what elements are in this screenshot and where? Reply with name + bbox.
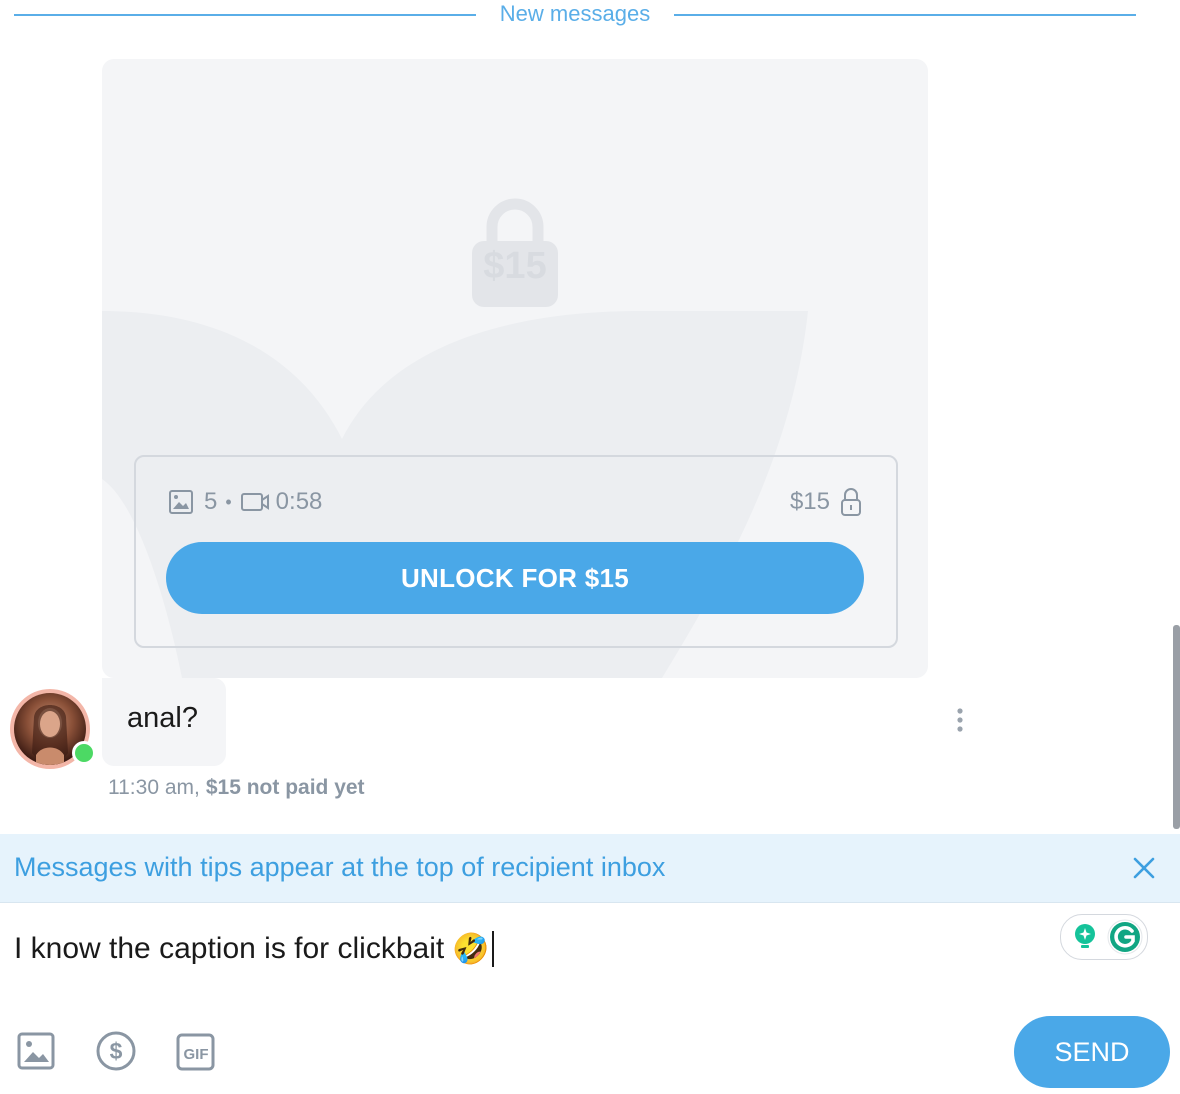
gif-icon[interactable]: GIF [175,1030,217,1072]
svg-text:GIF: GIF [184,1046,209,1063]
tip-banner-text: Messages with tips appear at the top of … [14,852,666,882]
info-separator: • [225,491,232,512]
media-summary-box: 5 • 0:58 $15 UNLOCK FOR $15 [134,455,898,648]
message-input[interactable]: I know the caption is for clickbait 🤣 [0,903,1180,1013]
video-icon [240,493,269,511]
close-icon[interactable] [1130,854,1158,882]
locked-media-bubble: $15 5 • 0:58 $15 UNLOCK FOR $15 [102,59,928,678]
message-text: anal? [127,702,198,734]
grammarly-icon [1075,919,1143,955]
send-button[interactable]: SEND [1014,1016,1170,1088]
message-input-text[interactable]: I know the caption is for clickbait 🤣 [14,931,494,967]
message-bubble: anal? [102,678,226,766]
small-lock-icon [841,488,861,516]
unlock-button[interactable]: UNLOCK FOR $15 [166,542,864,614]
scrollbar[interactable] [1173,625,1180,829]
message-meta: 11:30 am, $15 not paid yet [108,776,365,800]
tip-banner: Messages with tips appear at the top of … [0,834,1180,903]
lock-price: $15 [483,245,547,287]
dollar-icon[interactable]: $ [95,1030,137,1072]
media-info: 5 • 0:58 [168,485,322,519]
payment-status: $15 not paid yet [205,776,365,799]
photo-count: 5 [204,488,218,515]
image-icon[interactable] [16,1030,58,1072]
image-icon [169,490,193,514]
message-time: 11:30 am, [108,776,200,799]
divider-line-right [674,14,1136,16]
new-messages-divider: New messages [499,1,651,26]
price-label: $15 [789,488,830,515]
svg-text:$: $ [110,1038,123,1064]
divider-line-left [14,14,476,16]
rofl-emoji: 🤣 [452,932,490,966]
grammarly-widget[interactable] [1060,914,1148,960]
media-price: $15 [790,485,862,519]
online-status-dot [72,741,96,765]
video-duration: 0:58 [275,488,323,515]
avatar[interactable] [10,689,96,769]
more-vertical-icon[interactable] [952,706,968,734]
input-value: I know the caption is for clickbait [14,932,445,965]
text-caret [491,931,494,967]
